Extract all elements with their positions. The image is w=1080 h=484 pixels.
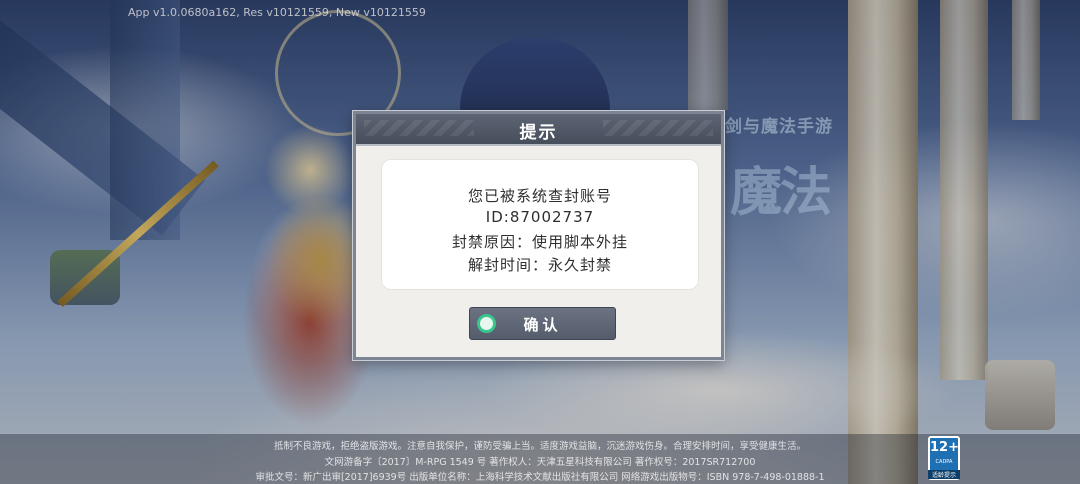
dialog-title: 提示 [519, 123, 558, 143]
dialog-header: 提示 [356, 114, 721, 146]
health-notice: 抵制不良游戏，拒绝盗版游戏。注意自我保护，谨防受骗上当。适度游戏益脑，沉迷游戏伤… [273, 441, 806, 452]
ban-notice-dialog: 提示 您已被系统查封账号 ID:87002737 封禁原因：使用脚本外挂 解封时… [353, 111, 724, 360]
confirm-label: 确认 [523, 316, 562, 334]
ban-reason: 封禁原因：使用脚本外挂 [451, 233, 628, 251]
legal-footer: 抵制不良游戏，拒绝盗版游戏。注意自我保护，谨防受骗上当。适度游戏益脑，沉迷游戏伤… [0, 434, 1080, 484]
age-rating-label: 12+ [930, 440, 959, 455]
ban-message: 您已被系统查封账号 [467, 187, 612, 205]
message-box: 您已被系统查封账号 ID:87002737 封禁原因：使用脚本外挂 解封时间：永… [381, 159, 699, 290]
account-id: ID:87002737 [485, 208, 595, 226]
age-rating-org: CADPA [935, 459, 953, 465]
age-rating-caption: 适龄提示 [928, 470, 960, 479]
publication-line: 审批文号：新广出审[2017]6939号 出版单位名称：上海科学技术文献出版社有… [255, 472, 825, 483]
copyright-line: 文网游备字〔2017〕M-RPG 1549 号 著作权人：天津五星科技有限公司 … [324, 457, 756, 468]
unban-time: 解封时间：永久封禁 [467, 256, 612, 274]
confirm-button[interactable]: 确认 [469, 307, 616, 340]
age-rating-badge: 12+ CADPA 适龄提示 [928, 436, 960, 480]
